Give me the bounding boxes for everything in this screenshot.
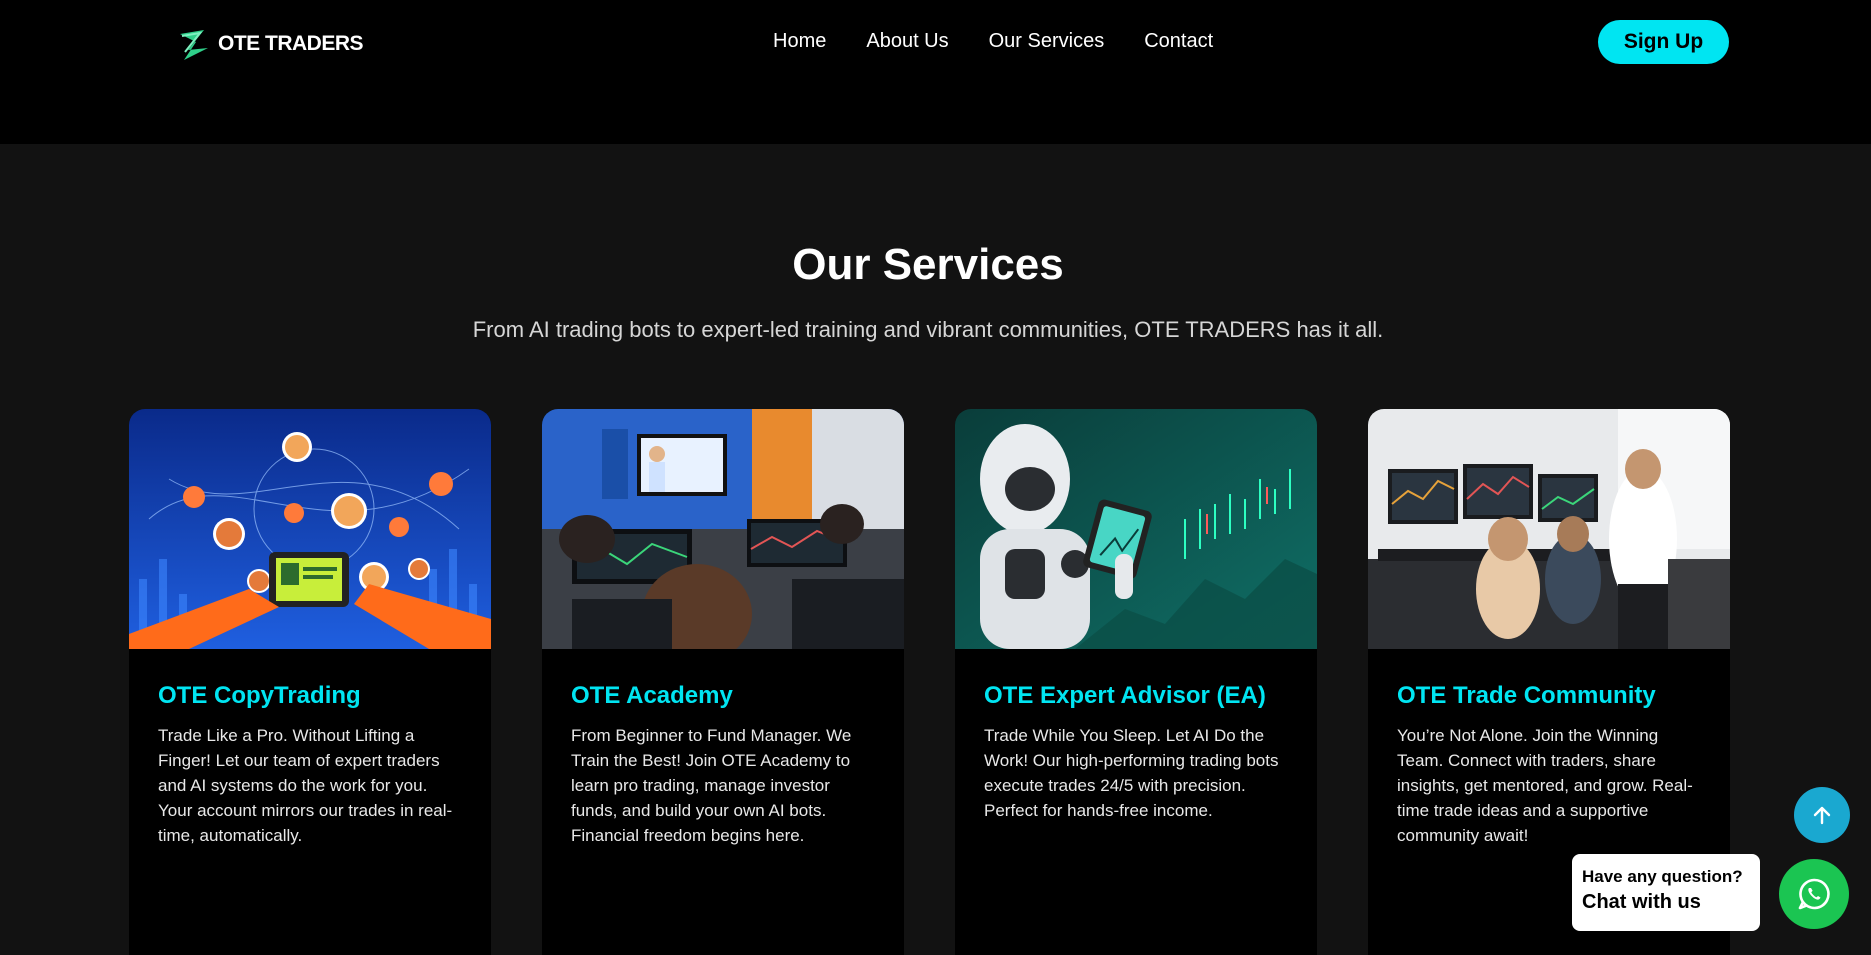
logo-mark-icon	[180, 30, 208, 60]
card-title: OTE Expert Advisor (EA)	[984, 682, 1266, 709]
service-card-expert-advisor[interactable]: OTE Expert Advisor (EA) Trade While You …	[955, 409, 1317, 955]
card-description: From Beginner to Fund Manager. We Train …	[571, 726, 852, 845]
card-description: You’re Not Alone. Join the Winning Team.…	[1397, 726, 1693, 845]
section-title: Our Services	[792, 240, 1064, 289]
nav-about-us[interactable]: About Us	[866, 30, 948, 53]
service-card-academy[interactable]: OTE Academy From Beginner to Fund Manage…	[542, 409, 904, 955]
card-image-academy	[542, 409, 904, 649]
logo[interactable]: OTE TRADERS	[174, 24, 364, 64]
section-subtitle: From AI trading bots to expert-led train…	[472, 317, 1384, 342]
nav-contact[interactable]: Contact	[1144, 30, 1213, 53]
nav-our-services[interactable]: Our Services	[989, 30, 1105, 53]
nav-home[interactable]: Home	[773, 30, 826, 53]
scroll-to-top-button[interactable]	[1794, 787, 1850, 843]
whatsapp-button[interactable]	[1779, 859, 1849, 929]
card-description: Trade While You Sleep. Let AI Do the Wor…	[984, 726, 1279, 820]
chat-prompt-bubble[interactable]: Have any question? Chat with us	[1572, 854, 1760, 931]
card-image-expert-advisor	[955, 409, 1317, 649]
chat-cta: Chat with us	[1582, 891, 1701, 913]
card-image-trade-community	[1368, 409, 1730, 649]
main-nav: Home About Us Our Services Contact	[773, 30, 1213, 53]
sign-up-button[interactable]: Sign Up	[1598, 20, 1729, 64]
site-header: OTE TRADERS Home About Us Our Services C…	[0, 0, 1871, 144]
card-description: Trade Like a Pro. Without Lifting a Fing…	[158, 726, 453, 845]
card-title: OTE Trade Community	[1397, 682, 1656, 709]
card-title: OTE Academy	[571, 682, 733, 709]
card-title: OTE CopyTrading	[158, 682, 361, 709]
chat-question: Have any question?	[1582, 867, 1743, 886]
logo-text: OTE TRADERS	[218, 32, 364, 55]
service-card-copytrading[interactable]: OTE CopyTrading Trade Like a Pro. Withou…	[129, 409, 491, 955]
card-image-copytrading	[129, 409, 491, 649]
arrow-up-icon	[1813, 806, 1831, 825]
whatsapp-icon	[1798, 878, 1830, 910]
